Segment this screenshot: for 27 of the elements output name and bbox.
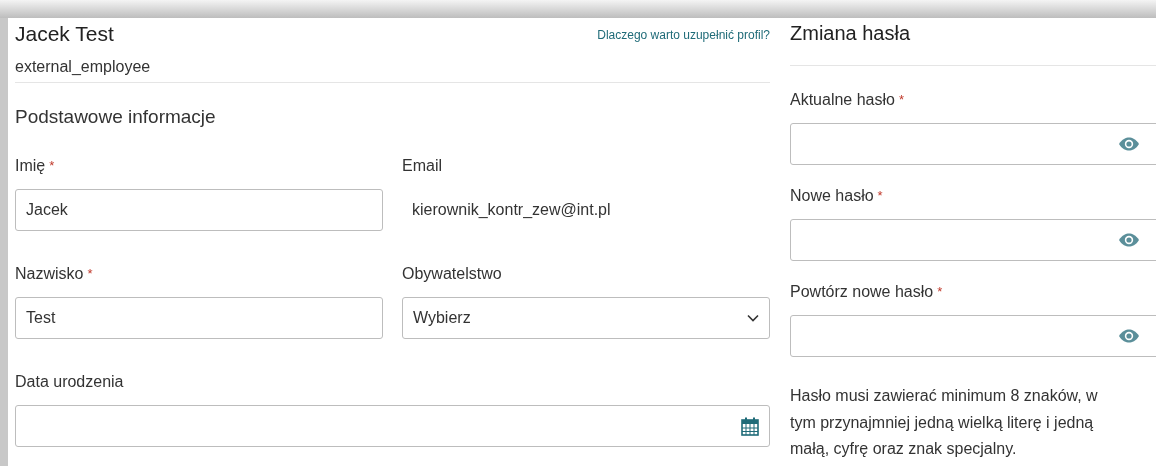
email-value: kierownik_kontr_zew@int.pl bbox=[412, 201, 611, 219]
field-label: Imię * bbox=[15, 156, 56, 176]
password-input[interactable] bbox=[790, 315, 1156, 357]
field-label: Powtórz nowe hasło * bbox=[790, 282, 944, 302]
section-title: Zmiana hasła bbox=[790, 18, 1156, 66]
field-label: Nazwisko * bbox=[15, 264, 94, 284]
field-label: Obywatelstwo bbox=[402, 264, 503, 284]
select-dropdown[interactable]: Wybierz bbox=[402, 297, 770, 339]
date-input[interactable] bbox=[15, 405, 770, 447]
password-input[interactable] bbox=[790, 123, 1156, 165]
calendar-icon[interactable] bbox=[741, 416, 759, 436]
eye-icon[interactable] bbox=[1118, 329, 1140, 343]
profile-name: Jacek Test bbox=[15, 22, 114, 46]
profile-role: external_employee bbox=[15, 58, 770, 83]
eye-icon[interactable] bbox=[1118, 233, 1140, 247]
text-input[interactable]: Test bbox=[15, 297, 383, 339]
field-label: Data urodzenia bbox=[15, 372, 125, 392]
field-label: Email bbox=[402, 156, 443, 176]
password-input[interactable] bbox=[790, 219, 1156, 261]
chevron-down-icon bbox=[747, 314, 759, 322]
section-title: Podstawowe informacje bbox=[15, 106, 217, 128]
field-label: Nowe hasło * bbox=[790, 186, 884, 206]
field-label: Aktualne hasło * bbox=[790, 90, 906, 110]
help-link[interactable]: Dlaczego warto uzupełnić profil? bbox=[597, 28, 770, 42]
password-hint: Hasło musi zawierać minimum 8 znaków, w tym przynajmniej jedną wielką literę i jedną małą, cyfrę oraz znak specjalny. bbox=[790, 386, 1099, 459]
text-input[interactable]: Jacek bbox=[15, 189, 383, 231]
eye-icon[interactable] bbox=[1118, 137, 1140, 151]
